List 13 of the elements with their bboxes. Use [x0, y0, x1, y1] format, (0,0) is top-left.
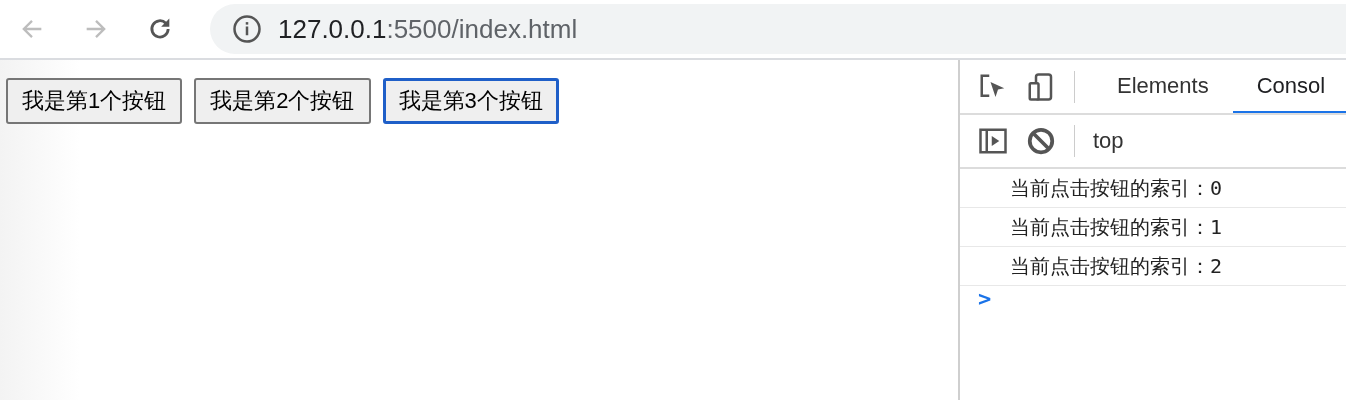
page-button[interactable]: 我是第2个按钮: [194, 78, 371, 124]
console-message: 当前点击按钮的索引：2: [960, 247, 1346, 286]
page-button[interactable]: 我是第3个按钮: [382, 78, 559, 124]
context-selector[interactable]: top: [1093, 128, 1124, 154]
devtools-tab[interactable]: Consol: [1232, 61, 1346, 113]
page-button[interactable]: 我是第1个按钮: [6, 78, 183, 124]
clear-icon[interactable]: [1026, 126, 1056, 156]
console-message: 当前点击按钮的索引：1: [960, 208, 1346, 247]
console-message: 当前点击按钮的索引：0: [960, 169, 1346, 208]
devtools-tab[interactable]: Elements: [1093, 61, 1233, 113]
sidebar-icon[interactable]: [978, 126, 1008, 156]
info-icon[interactable]: [232, 14, 262, 44]
address-bar[interactable]: 127.0.0.1:5500/index.html: [210, 4, 1346, 54]
